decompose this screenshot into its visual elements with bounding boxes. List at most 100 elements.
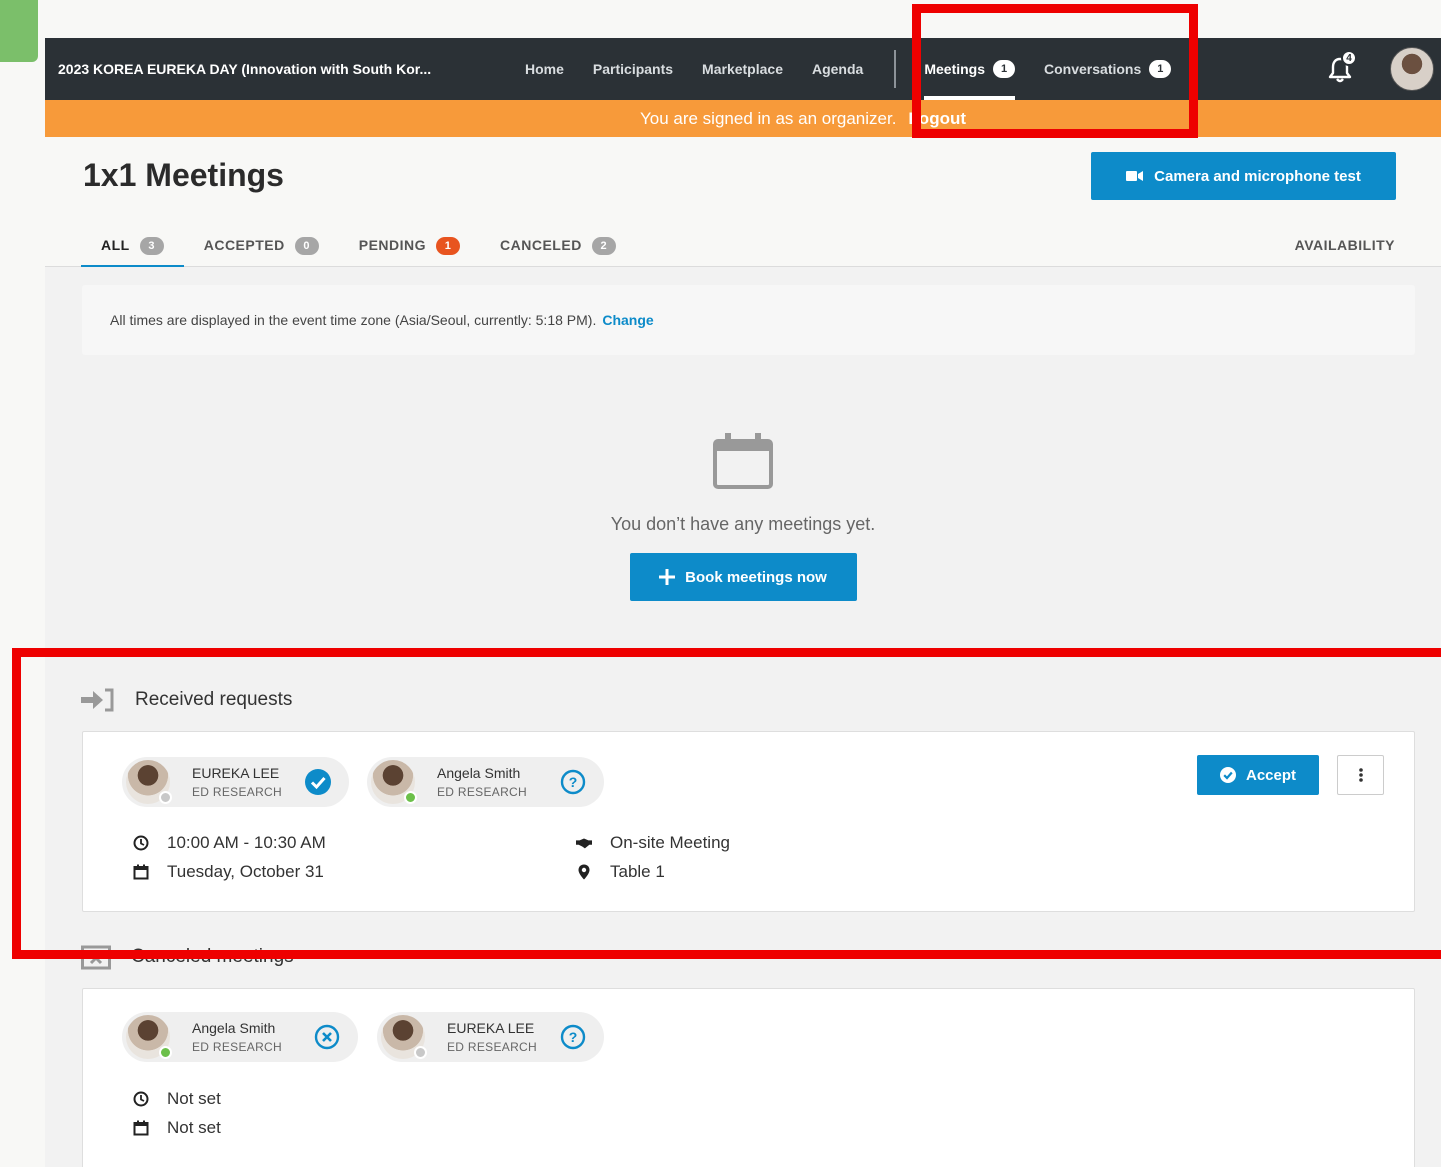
conversations-badge: 1 <box>1149 60 1172 78</box>
calendar-icon <box>713 433 773 489</box>
participant-name: Angela Smith <box>192 1020 276 1036</box>
calendar-small-icon <box>133 1120 149 1136</box>
video-camera-icon <box>1126 171 1144 181</box>
map-marker-icon <box>578 864 590 880</box>
check-circle-icon <box>305 769 331 795</box>
notifications-badge: 4 <box>1341 50 1357 66</box>
camera-test-label: Camera and microphone test <box>1154 167 1361 185</box>
availability-link[interactable]: AVAILABILITY <box>1295 237 1395 253</box>
calendar-small-icon <box>133 864 149 880</box>
canceled-meetings-title: Canceled meetings <box>131 946 294 967</box>
tab-canceled-label: CANCELED <box>500 237 582 253</box>
tab-accepted-count: 0 <box>294 237 319 255</box>
received-requests-heading: Received requests <box>81 688 292 712</box>
svg-text:?: ? <box>569 1029 578 1045</box>
tab-accepted[interactable]: ACCEPTED 0 <box>184 233 339 267</box>
received-request-card: EUREKA LEE ED RESEARCH Angela Smith ED R… <box>82 731 1415 912</box>
nav-divider <box>894 50 897 88</box>
participant-pill[interactable]: EUREKA LEE ED RESEARCH <box>122 757 349 807</box>
participant-name: Angela Smith <box>437 765 521 781</box>
meeting-type-text: On-site Meeting <box>610 833 730 852</box>
meeting-date: Not set <box>133 1118 221 1138</box>
meeting-tabs: ALL 3 ACCEPTED 0 PENDING 1 CANCELED 2 <box>81 233 636 267</box>
nav-marketplace[interactable]: Marketplace <box>702 38 783 100</box>
user-avatar[interactable] <box>1390 47 1434 91</box>
participant-pill[interactable]: Angela Smith ED RESEARCH ? <box>367 757 604 807</box>
tab-canceled-count: 2 <box>591 237 616 255</box>
meeting-date-text: Not set <box>167 1118 221 1137</box>
participant-name: EUREKA LEE <box>447 1020 535 1036</box>
page-title: 1x1 Meetings <box>83 157 284 193</box>
empty-state-text: You don’t have any meetings yet. <box>610 514 876 534</box>
meeting-type: On-site Meeting <box>576 833 730 853</box>
camera-test-button[interactable]: Camera and microphone test <box>1091 152 1396 200</box>
logout-link[interactable]: Logout <box>908 109 966 128</box>
avatar <box>126 760 172 804</box>
meetings-badge: 1 <box>993 60 1016 78</box>
accept-button[interactable]: Accept <box>1197 755 1319 795</box>
tab-pending-count: 1 <box>436 237 461 255</box>
participant-company: ED RESEARCH <box>192 785 282 799</box>
book-meetings-button[interactable]: Book meetings now <box>629 553 857 601</box>
received-requests-title: Received requests <box>135 689 293 710</box>
participant-name: EUREKA LEE <box>192 765 280 781</box>
meeting-date: Tuesday, October 31 <box>133 862 324 882</box>
tab-pending[interactable]: PENDING 1 <box>339 233 480 267</box>
nav-home[interactable]: Home <box>525 38 564 100</box>
meeting-time: Not set <box>133 1089 221 1109</box>
tab-all[interactable]: ALL 3 <box>81 233 184 267</box>
bell-icon[interactable]: 4 <box>1327 50 1357 83</box>
change-timezone-link[interactable]: Change <box>602 312 653 328</box>
organizer-bar: You are signed in as an organizer. Logout <box>45 100 1441 137</box>
participant-pill[interactable]: Angela Smith ED RESEARCH <box>122 1012 358 1062</box>
book-meetings-label: Book meetings now <box>685 568 827 586</box>
canceled-meetings-heading: Canceled meetings <box>81 944 294 970</box>
check-circle-icon <box>1219 767 1236 783</box>
status-dot <box>404 791 417 804</box>
participant-company: ED RESEARCH <box>437 785 527 799</box>
sign-in-arrow-icon <box>81 688 114 712</box>
tab-pending-label: PENDING <box>358 237 427 253</box>
plus-icon <box>659 569 676 585</box>
tab-canceled[interactable]: CANCELED 2 <box>480 233 636 267</box>
meeting-time: 10:00 AM - 10:30 AM <box>133 833 326 853</box>
nav-conversations[interactable]: Conversations 1 <box>1044 38 1172 100</box>
status-dot <box>159 1046 172 1059</box>
nav-participants[interactable]: Participants <box>593 38 673 100</box>
participant-pill[interactable]: EUREKA LEE ED RESEARCH ? <box>377 1012 604 1062</box>
calendar-times-icon <box>81 945 111 970</box>
avatar <box>381 1015 427 1059</box>
nav-meetings[interactable]: Meetings 1 <box>924 38 1016 100</box>
corner-tab <box>0 0 38 62</box>
more-options-button[interactable] <box>1337 755 1384 795</box>
nav-meetings-label: Meetings <box>924 61 986 77</box>
avatar <box>371 760 417 804</box>
nav-agenda[interactable]: Agenda <box>812 38 863 100</box>
top-nav: 2023 KOREA EUREKA DAY (Innovation with S… <box>45 38 1441 100</box>
status-dot <box>159 791 172 804</box>
page-header: 1x1 Meetings Camera and microphone test … <box>45 137 1441 267</box>
nav-conversations-label: Conversations <box>1044 61 1142 77</box>
tab-all-label: ALL <box>101 237 130 253</box>
meeting-time-text: Not set <box>167 1089 221 1108</box>
tab-all-count: 3 <box>139 237 164 255</box>
event-title[interactable]: 2023 KOREA EUREKA DAY (Innovation with S… <box>45 61 525 77</box>
question-circle-icon: ? <box>560 1024 586 1050</box>
times-circle-icon <box>314 1024 340 1050</box>
meeting-location: Table 1 <box>576 862 665 882</box>
timezone-text: All times are displayed in the event tim… <box>110 312 597 328</box>
participant-company: ED RESEARCH <box>447 1040 537 1054</box>
avatar <box>126 1015 172 1059</box>
vertical-dots-icon <box>1358 768 1363 782</box>
accept-label: Accept <box>1245 766 1297 784</box>
empty-state: You don’t have any meetings yet. Book me… <box>45 433 1441 601</box>
tab-accepted-label: ACCEPTED <box>203 237 285 253</box>
question-circle-icon: ? <box>560 769 586 795</box>
clock-icon <box>133 1091 149 1107</box>
meeting-time-text: 10:00 AM - 10:30 AM <box>167 833 326 852</box>
participant-company: ED RESEARCH <box>192 1040 282 1054</box>
meeting-date-text: Tuesday, October 31 <box>167 862 324 881</box>
organizer-text: You are signed in as an organizer. <box>639 109 897 128</box>
handshake-icon <box>576 838 592 849</box>
canceled-meeting-card: Angela Smith ED RESEARCH EUREKA LEE ED R… <box>82 988 1415 1167</box>
